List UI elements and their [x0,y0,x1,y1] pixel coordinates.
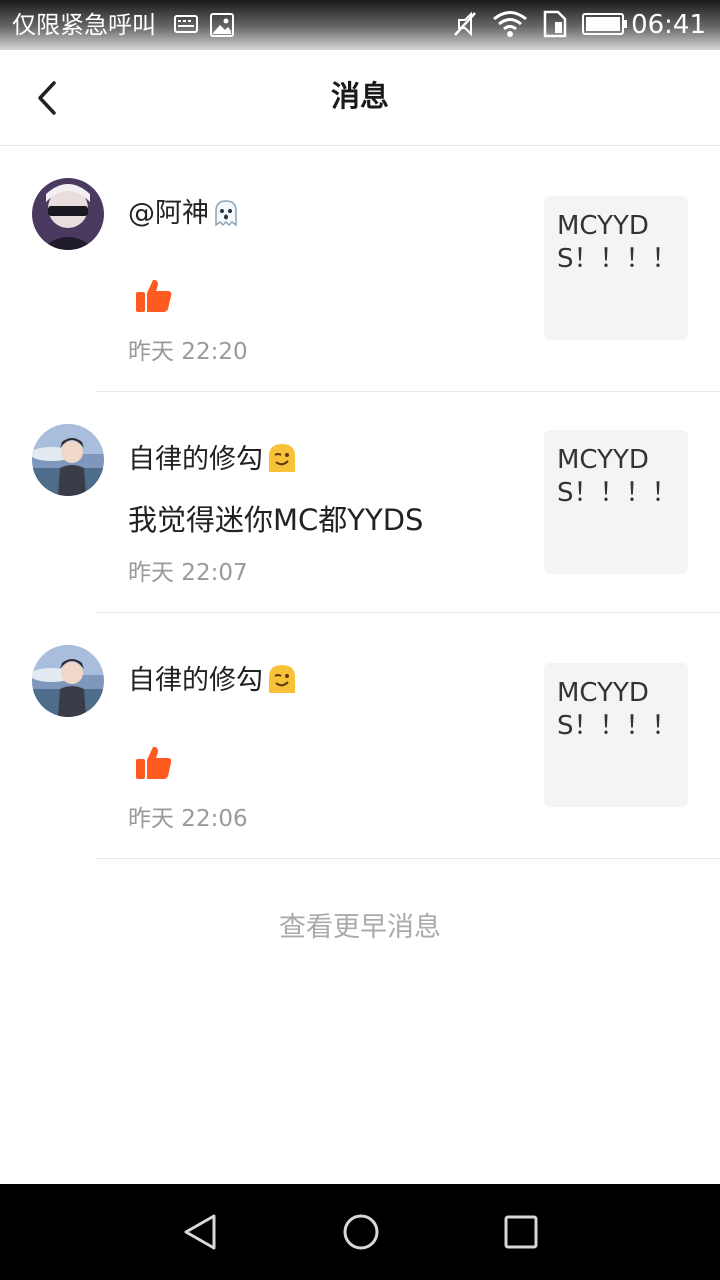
username[interactable]: @阿神 [128,196,241,238]
username-text: @阿神 [128,198,209,229]
winking-emoji-icon [265,663,299,705]
carrier-label: 仅限紧急呼叫 [12,11,156,39]
post-preview[interactable]: MCYYDS！！！！ [544,430,688,574]
battery-icon [582,13,627,35]
username-text: 自律的修勾 [128,665,263,696]
messages-screen: 仅限紧急呼叫 06:41 消息 @阿神 昨天 22:20 MCYYDS！！！！ … [0,0,720,1280]
avatar[interactable] [32,645,104,717]
post-preview[interactable]: MCYYDS！！！！ [544,196,688,340]
thumbs-up-icon [134,743,174,783]
image-icon [210,13,234,37]
message-time: 昨天 22:06 [128,806,248,832]
sim-icon [543,10,567,38]
username[interactable]: 自律的修勾 [128,663,299,705]
avatar[interactable] [32,178,104,250]
thumbs-up-icon [134,276,174,316]
winking-emoji-icon [265,442,299,484]
page-title: 消息 [330,79,389,113]
wifi-icon [493,11,527,37]
status-notification-icons [174,13,234,37]
home-circle-icon[interactable] [341,1212,381,1252]
header-bar: 消息 [0,50,720,146]
back-triangle-icon[interactable] [180,1212,220,1252]
system-nav-bar [0,1184,720,1280]
username[interactable]: 自律的修勾 [128,442,299,484]
mute-icon [454,11,476,37]
avatar[interactable] [32,424,104,496]
ghost-emoji-icon [211,198,241,238]
divider [96,858,720,859]
keyboard-icon [174,15,198,33]
message-item[interactable]: 自律的修勾 昨天 22:06 MCYYDS！！！！ [0,613,720,859]
message-item[interactable]: 自律的修勾 我觉得迷你MC都YYDS 昨天 22:07 MCYYDS！！！！ [0,392,720,613]
post-preview[interactable]: MCYYDS！！！！ [544,663,688,807]
status-system-icons [452,10,628,38]
message-time: 昨天 22:07 [128,560,248,586]
message-item[interactable]: @阿神 昨天 22:20 MCYYDS！！！！ [0,146,720,392]
status-bar: 仅限紧急呼叫 06:41 [0,0,720,50]
username-text: 自律的修勾 [128,444,263,475]
message-time: 昨天 22:20 [128,339,248,365]
comment-text: 我觉得迷你MC都YYDS [128,503,424,537]
load-earlier-link[interactable]: 查看更早消息 [0,910,720,946]
clock: 06:41 [631,10,706,40]
recents-square-icon[interactable] [501,1212,541,1252]
